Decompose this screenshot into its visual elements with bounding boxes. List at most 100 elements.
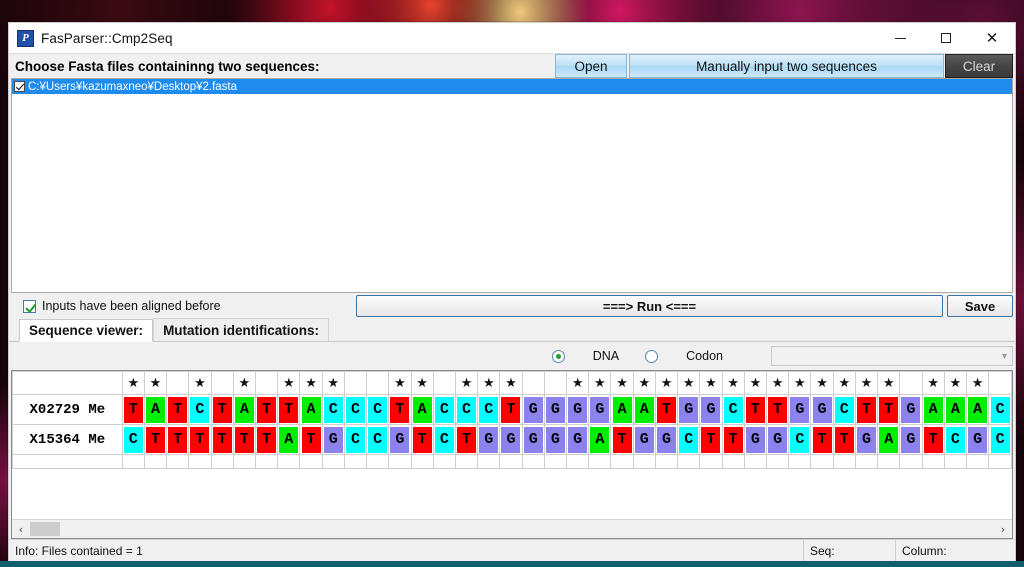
base-cell[interactable]: G <box>521 424 545 455</box>
base-cell[interactable]: T <box>254 394 279 425</box>
base-cell[interactable]: T <box>699 424 723 455</box>
table-row[interactable]: X15364 Me C T T T T T T A T G C C G T C T G G G G G A T G G C T T G G C… <box>12 424 1012 455</box>
base-cell[interactable]: A <box>232 394 256 425</box>
horizontal-scrollbar[interactable]: ‹ › <box>12 519 1012 538</box>
base-cell[interactable]: T <box>832 424 856 455</box>
scroll-right-arrow-icon[interactable]: › <box>994 521 1012 538</box>
base-cell[interactable]: A <box>943 394 967 425</box>
base-cell[interactable]: C <box>343 424 368 455</box>
base-cell[interactable]: T <box>854 394 879 425</box>
clear-button[interactable]: Clear <box>945 54 1013 78</box>
base-cell[interactable]: A <box>299 394 323 425</box>
base-cell[interactable]: C <box>788 424 812 455</box>
base-cell[interactable]: T <box>210 424 234 455</box>
base-cell[interactable]: G <box>699 394 723 425</box>
base-cell[interactable]: G <box>543 424 568 455</box>
base-cell[interactable]: C <box>988 394 1012 425</box>
radio-dna-icon[interactable] <box>551 349 565 363</box>
base-cell[interactable]: G <box>566 394 590 425</box>
base-cell[interactable]: C <box>477 394 501 425</box>
base-cell[interactable]: A <box>877 424 901 455</box>
base-cell[interactable]: T <box>810 424 834 455</box>
open-button[interactable]: Open <box>555 54 627 78</box>
manual-input-button[interactable]: Manually input two sequences <box>629 54 944 78</box>
base-cell[interactable]: G <box>743 424 768 455</box>
base-cell[interactable]: G <box>677 394 701 425</box>
base-cell[interactable]: C <box>988 424 1012 455</box>
base-cell[interactable]: A <box>965 394 990 425</box>
base-cell[interactable]: C <box>366 394 390 425</box>
base-cell[interactable]: G <box>788 394 812 425</box>
save-button[interactable]: Save <box>947 295 1013 317</box>
base-cell[interactable]: C <box>432 394 456 425</box>
base-cell[interactable]: G <box>854 424 879 455</box>
base-cell[interactable]: T <box>299 424 323 455</box>
base-cell[interactable]: G <box>654 424 679 455</box>
list-item[interactable]: C:¥Users¥kazumaxneo¥Desktop¥2.fasta <box>12 79 1012 94</box>
base-cell[interactable]: T <box>277 394 301 425</box>
base-cell[interactable]: G <box>521 394 545 425</box>
base-cell[interactable]: G <box>810 394 834 425</box>
base-cell[interactable]: T <box>166 394 190 425</box>
base-cell[interactable]: T <box>410 424 434 455</box>
base-cell[interactable]: T <box>210 394 234 425</box>
base-cell[interactable]: T <box>454 424 479 455</box>
base-cell[interactable]: C <box>454 394 479 425</box>
base-cell[interactable]: T <box>499 394 523 425</box>
base-cell[interactable]: T <box>743 394 768 425</box>
file-list[interactable]: C:¥Users¥kazumaxneo¥Desktop¥2.fasta <box>11 78 1013 293</box>
base-cell[interactable]: C <box>366 424 390 455</box>
close-button[interactable]: ✕ <box>969 23 1015 53</box>
sequence-scroll-area[interactable]: ★ ★ ★ ★ ★ ★ ★ ★ ★ ★ ★ ★ ★ ★ ★ ★ ★ ★ ★ ★ ★ ★ ★ ★ ★ ★ ★ ★ ★ ★ X02729 Me T… <box>12 371 1012 519</box>
radio-codon[interactable]: Codon <box>645 349 723 363</box>
base-cell[interactable]: A <box>410 394 434 425</box>
base-cell[interactable]: G <box>477 424 501 455</box>
base-cell[interactable]: A <box>610 394 634 425</box>
base-cell[interactable]: G <box>321 424 345 455</box>
scroll-left-arrow-icon[interactable]: ‹ <box>12 521 30 538</box>
base-cell[interactable]: G <box>899 424 923 455</box>
tab-sequence-viewer[interactable]: Sequence viewer: <box>19 319 154 342</box>
base-cell[interactable]: T <box>921 424 945 455</box>
base-cell[interactable]: T <box>254 424 279 455</box>
file-checkbox[interactable] <box>14 81 25 92</box>
radio-codon-icon[interactable] <box>645 349 659 363</box>
base-cell[interactable]: C <box>721 394 745 425</box>
base-cell[interactable]: G <box>388 424 412 455</box>
maximize-button[interactable] <box>923 23 969 53</box>
base-cell[interactable]: A <box>921 394 945 425</box>
base-cell[interactable]: A <box>143 394 168 425</box>
base-cell[interactable]: C <box>188 394 212 425</box>
base-cell[interactable]: C <box>432 424 456 455</box>
aligned-before-checkbox[interactable]: Inputs have been aligned before <box>11 299 356 313</box>
base-cell[interactable]: C <box>121 424 145 455</box>
base-cell[interactable]: G <box>899 394 923 425</box>
minimize-button[interactable] <box>877 23 923 53</box>
base-cell[interactable]: T <box>765 394 790 425</box>
scrollbar-track[interactable] <box>60 520 994 539</box>
base-cell[interactable]: T <box>121 394 145 425</box>
tab-mutation-identifications[interactable]: Mutation identifications: <box>153 318 330 341</box>
base-cell[interactable]: T <box>188 424 212 455</box>
run-button[interactable]: ===> Run <=== <box>356 295 943 317</box>
base-cell[interactable]: T <box>721 424 745 455</box>
base-cell[interactable]: T <box>166 424 190 455</box>
mode-dropdown[interactable]: ▾ <box>771 346 1013 366</box>
base-cell[interactable]: G <box>543 394 568 425</box>
base-cell[interactable]: T <box>388 394 412 425</box>
base-cell[interactable]: C <box>677 424 701 455</box>
base-cell[interactable]: T <box>232 424 256 455</box>
base-cell[interactable]: G <box>499 424 523 455</box>
base-cell[interactable]: C <box>832 394 856 425</box>
base-cell[interactable]: A <box>632 394 656 425</box>
base-cell[interactable]: C <box>343 394 368 425</box>
base-cell[interactable]: C <box>321 394 345 425</box>
base-cell[interactable]: T <box>143 424 168 455</box>
table-row[interactable]: X02729 Me T A T C T A T T A C C C T A C C C T G G G G A A T G G C T T G… <box>12 394 1012 425</box>
base-cell[interactable]: A <box>588 424 612 455</box>
base-cell[interactable]: A <box>277 424 301 455</box>
scrollbar-thumb[interactable] <box>30 522 60 536</box>
base-cell[interactable]: G <box>965 424 990 455</box>
base-cell[interactable]: G <box>765 424 790 455</box>
base-cell[interactable]: T <box>877 394 901 425</box>
